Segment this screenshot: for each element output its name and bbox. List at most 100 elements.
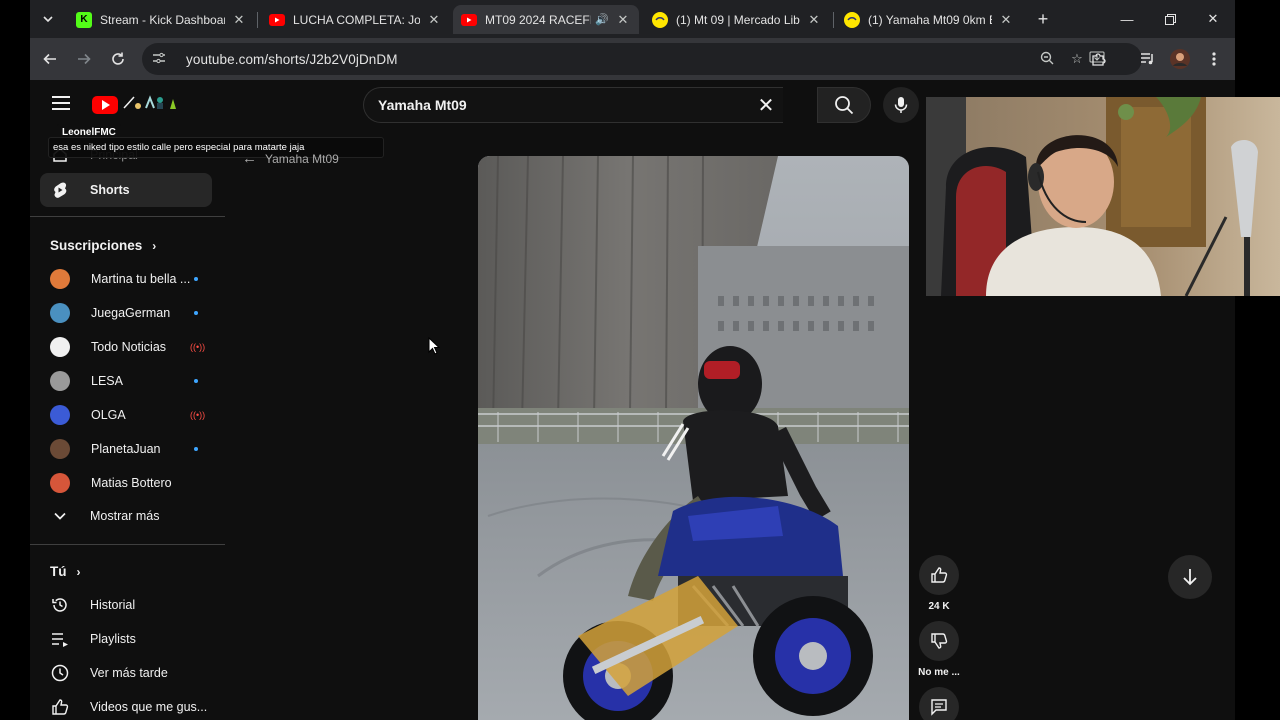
restore-icon (1164, 13, 1176, 25)
history-icon (50, 595, 70, 615)
guide-item-label: Videos que me gus... (90, 700, 208, 714)
webcam-image (926, 97, 1280, 296)
arrow-left-icon: ← (242, 150, 257, 167)
left-sidebar: Principal Shorts Suscripciones› Martina … (30, 130, 225, 720)
tab-title: (1) Yamaha Mt09 0km En (868, 12, 992, 27)
channel-avatar (50, 405, 70, 425)
guide-item-ver-mas-tarde[interactable]: Ver más tarde (40, 656, 212, 690)
show-more-button[interactable]: Mostrar más (40, 499, 212, 533)
back-button[interactable] (38, 47, 62, 71)
tab-mt09-racefit[interactable]: MT09 2024 RACEFIT 🔊 ✕ (453, 5, 639, 34)
dislike-action[interactable]: No me ... (918, 621, 960, 678)
subscription-name: OLGA (91, 408, 126, 422)
subscription-item[interactable]: Martina tu bella ... (40, 262, 212, 296)
close-icon[interactable]: ✕ (426, 12, 442, 28)
close-icon[interactable]: ✕ (231, 12, 247, 28)
subscription-name: Todo Noticias (91, 340, 167, 354)
plus-icon: + (1037, 8, 1049, 29)
playlists-icon (50, 629, 70, 649)
chevron-right-icon: › (76, 565, 81, 579)
microphone-icon (894, 97, 908, 113)
shorts-icon (50, 180, 70, 200)
guide-item-shorts[interactable]: Shorts (40, 173, 212, 207)
tab-title: MT09 2024 RACEFIT (485, 12, 592, 27)
subscription-item[interactable]: PlanetaJuan (40, 432, 212, 466)
arrow-right-icon (78, 53, 91, 65)
media-control-button[interactable] (1136, 47, 1160, 71)
profile-avatar[interactable] (1168, 47, 1192, 71)
youtube-icon (269, 12, 285, 28)
new-content-dot (194, 379, 198, 383)
speaker-icon[interactable]: 🔊 (595, 13, 609, 26)
site-info-icon[interactable] (152, 51, 172, 68)
close-icon[interactable]: ✕ (998, 12, 1014, 28)
subscriptions-header-label: Suscripciones (50, 238, 143, 253)
subscription-name: Matias Bottero (91, 476, 172, 490)
close-icon[interactable]: ✕ (806, 12, 822, 28)
clear-search-icon[interactable]: ✕ (749, 93, 783, 118)
minimize-button[interactable]: — (1112, 8, 1142, 30)
guide-item-playlists[interactable]: Playlists (40, 622, 212, 656)
tab-lucha-completa[interactable]: LUCHA COMPLETA: John ✕ (261, 5, 450, 34)
you-header[interactable]: Tú › (50, 564, 81, 579)
channel-avatar (50, 269, 70, 289)
forward-button[interactable] (72, 47, 96, 71)
dislike-button[interactable] (919, 621, 959, 661)
tab-mercado-libre-mt09[interactable]: (1) Mt 09 | Mercado Libre ✕ (644, 5, 830, 34)
tab-strip: K Stream - Kick Dashboard ✕ LUCHA COMPLE… (30, 0, 1235, 38)
like-button[interactable] (919, 555, 959, 595)
subscription-item[interactable]: JuegaGerman (40, 296, 212, 330)
comments-button[interactable] (919, 687, 959, 720)
new-tab-button[interactable]: + (1032, 8, 1054, 30)
channel-avatar (50, 337, 70, 357)
guide-item-label: Shorts (90, 183, 130, 197)
logo-doodle-icon[interactable] (122, 94, 180, 115)
minimize-icon: — (1120, 11, 1134, 27)
tab-yamaha-0km[interactable]: (1) Yamaha Mt09 0km En ✕ (836, 5, 1022, 34)
like-count: 24 K (928, 601, 950, 612)
guide-item-historial[interactable]: Historial (40, 588, 212, 622)
channel-avatar (50, 303, 70, 323)
close-window-button[interactable]: ✕ (1198, 8, 1228, 30)
tab-title: Stream - Kick Dashboard (100, 12, 225, 27)
live-icon: ((•)) (190, 342, 206, 352)
guide-item-label: Historial (90, 598, 136, 612)
next-short-button[interactable] (1168, 555, 1212, 599)
new-content-dot (194, 311, 198, 315)
search-button[interactable] (817, 87, 871, 123)
back-to-results[interactable]: ← Yamaha Mt09 (242, 150, 339, 167)
restore-button[interactable] (1155, 8, 1185, 30)
search-box[interactable]: Yamaha Mt09 ✕ (363, 87, 783, 123)
zoom-icon[interactable] (1038, 51, 1056, 68)
subscriptions-header[interactable]: Suscripciones › (50, 238, 156, 253)
tab-title: (1) Mt 09 | Mercado Libre (676, 12, 800, 27)
guide-item-liked-videos[interactable]: Videos que me gus... (40, 690, 212, 720)
search-input[interactable]: Yamaha Mt09 (378, 97, 749, 113)
back-label: Yamaha Mt09 (265, 151, 339, 166)
subscription-item[interactable]: Matias Bottero (40, 466, 212, 500)
arrow-left-icon (43, 53, 56, 65)
reload-button[interactable] (106, 47, 130, 71)
like-action[interactable]: 24 K (919, 555, 959, 612)
subscription-item[interactable]: OLGA ((•)) (40, 398, 212, 432)
browser-menu-button[interactable] (1202, 47, 1226, 71)
shorts-video-player[interactable] (478, 156, 909, 720)
address-bar[interactable]: youtube.com/shorts/J2b2V0jDnDM ☆ (142, 43, 1142, 75)
menu-icon[interactable] (52, 96, 70, 110)
youtube-logo-icon[interactable] (92, 96, 118, 114)
subscription-item[interactable]: Todo Noticias ((•)) (40, 330, 212, 364)
close-icon: ✕ (1207, 11, 1219, 26)
voice-search-button[interactable] (883, 87, 919, 123)
bookmark-star-icon[interactable]: ☆ (1068, 51, 1086, 67)
channel-avatar (50, 473, 70, 493)
comments-action[interactable] (919, 687, 959, 720)
close-icon[interactable]: ✕ (615, 12, 631, 28)
extensions-button[interactable] (1086, 47, 1110, 71)
tab-kick[interactable]: K Stream - Kick Dashboard ✕ (68, 5, 255, 34)
channel-avatar (50, 371, 70, 391)
tab-separator (257, 12, 258, 28)
tab-search-button[interactable] (35, 7, 61, 31)
profile-avatar-icon (1170, 49, 1190, 69)
divider (30, 216, 225, 217)
subscription-item[interactable]: LESA (40, 364, 212, 398)
